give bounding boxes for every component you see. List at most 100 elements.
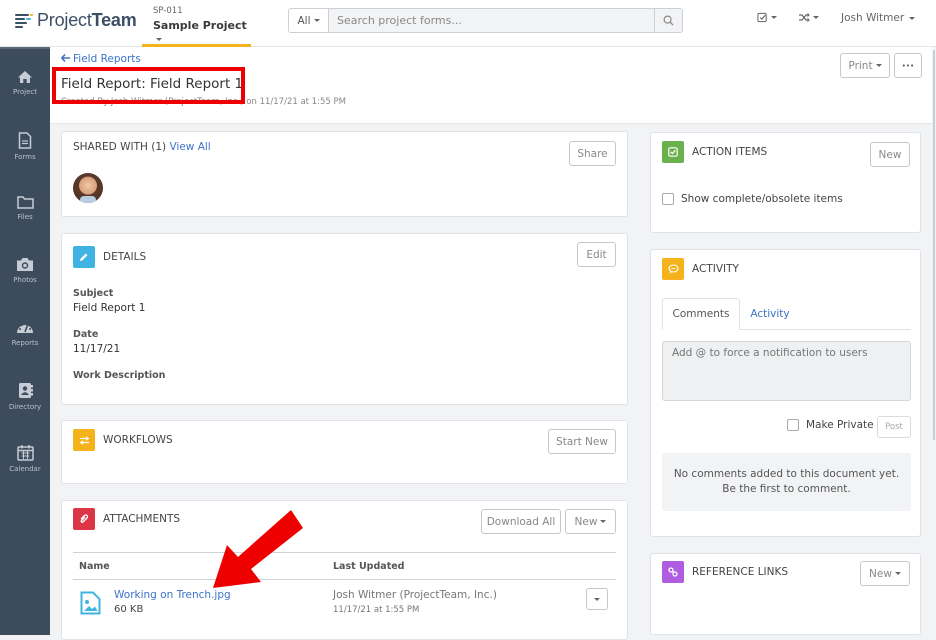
caret-down-icon [594,597,600,601]
work-description-label: Work Description [73,370,166,381]
address-book-icon [18,383,33,398]
user-menu[interactable]: Josh Witmer [841,12,916,24]
workflows-title: WORKFLOWS [103,434,173,446]
caret-down-icon [894,572,901,575]
project-selector[interactable]: SP-011 Sample Project [142,0,251,47]
new-attachment-button[interactable]: New [565,509,616,534]
new-action-item-button[interactable]: New [870,142,910,167]
date-label: Date [73,329,99,340]
calendar-icon [16,445,34,461]
show-complete-toggle[interactable]: Show complete/obsolete items [662,193,843,205]
sidebar-item-photos[interactable]: Photos [0,257,50,284]
print-button[interactable]: Print [840,53,890,78]
new-label: New [878,148,902,161]
sidebar-item-forms[interactable]: Forms [0,132,50,161]
no-comments-line2: Be the first to comment. [722,483,851,495]
caret-down-icon [600,520,607,523]
shuffle-icon [799,13,810,22]
sidebar-item-label: Files [17,213,33,221]
sidebar-item-label: Photos [13,276,37,284]
comment-input[interactable] [662,341,911,401]
tab-comments-label: Comments [672,308,730,320]
make-private-toggle[interactable]: Make Private [787,419,874,431]
activity-tabs: Comments Activity [662,298,911,330]
column-header-name[interactable]: Name [79,561,110,572]
download-all-label: Download All [486,515,556,528]
make-private-checkbox[interactable] [787,419,799,431]
comment-icon [662,258,684,280]
start-new-label: Start New [556,435,608,448]
shared-with-title: SHARED WITH (1) [73,141,167,153]
post-comment-button[interactable]: Post [877,416,911,438]
activity-title: ACTIVITY [692,263,739,275]
sidebar-item-label: Project [13,88,37,96]
link-icon [662,561,684,583]
share-label: Share [577,147,608,160]
caret-down-icon [813,16,819,19]
camera-icon [17,258,33,271]
attachment-updated-by: Josh Witmer (ProjectTeam, Inc.) [333,589,497,601]
tab-activity[interactable]: Activity [740,298,800,330]
back-link-label: Field Reports [73,53,141,65]
attachment-updated-at: 11/17/21 at 1:55 PM [333,605,420,615]
user-name: Josh Witmer [841,12,905,24]
sidebar-item-reports[interactable]: Reports [0,320,50,347]
make-private-label: Make Private [806,419,874,431]
avatar[interactable] [73,173,103,203]
tasks-dropdown[interactable] [757,12,777,23]
sidebar-item-directory[interactable]: Directory [0,382,50,411]
divider [73,579,616,580]
search-button[interactable] [654,9,682,32]
shared-with-card: SHARED WITH (1) View All Share [61,131,628,217]
share-button[interactable]: Share [569,141,616,166]
reference-links-title: REFERENCE LINKS [692,566,789,578]
tab-comments[interactable]: Comments [662,298,740,330]
document-icon [18,132,32,149]
top-bar: ProjectTeam SP-011 Sample Project All Jo… [0,0,936,47]
sidebar-item-label: Calendar [9,465,41,473]
workflow-dropdown[interactable] [798,12,819,23]
sidebar-item-project[interactable]: Project [0,70,50,96]
show-complete-checkbox[interactable] [662,193,674,205]
start-new-workflow-button[interactable]: Start New [548,429,616,454]
logo-text-light: Project [37,10,92,30]
annotation-arrow [213,510,303,588]
logo[interactable]: ProjectTeam [15,10,137,31]
dashboard-icon [17,324,33,333]
print-label: Print [848,59,873,72]
subject-value: Field Report 1 [73,302,146,314]
search-icon [663,15,674,26]
caret-down-icon [156,37,162,41]
caret-down-icon [313,19,320,22]
logo-icon [15,13,33,28]
view-all-link[interactable]: View All [169,141,210,153]
project-code: SP-011 [153,6,183,16]
edit-button[interactable]: Edit [577,242,616,267]
tab-activity-label: Activity [750,308,790,320]
edit-label: Edit [586,248,607,261]
date-value: 11/17/21 [73,343,121,355]
annotation-highlight-box [52,67,245,104]
more-options-button[interactable]: ••• [894,53,922,78]
back-link[interactable]: Field Reports [60,53,141,65]
new-label: New [574,515,598,528]
logo-text-bold: Team [91,10,137,30]
column-header-last-updated[interactable]: Last Updated [333,561,404,572]
project-name: Sample Project [153,19,247,32]
reference-links-card: REFERENCE LINKS New [650,553,921,635]
sidebar-item-calendar[interactable]: Calendar [0,444,50,473]
checkbox-icon [757,12,767,23]
caret-down-icon [875,64,882,67]
search-scope-dropdown[interactable]: All [289,9,329,32]
download-all-button[interactable]: Download All [481,509,561,534]
show-complete-label: Show complete/obsolete items [681,193,843,205]
search-input[interactable] [329,9,654,32]
caret-down-icon [771,16,777,19]
scrollbar-thumb[interactable] [933,50,935,440]
no-comments-message: No comments added to this document yet. … [662,453,911,511]
new-reference-link-button[interactable]: New [860,561,910,586]
attachment-actions-dropdown[interactable] [586,588,608,610]
sidebar-item-files[interactable]: Files [0,195,50,221]
logo-text: ProjectTeam [37,10,137,31]
folder-icon [16,196,34,209]
